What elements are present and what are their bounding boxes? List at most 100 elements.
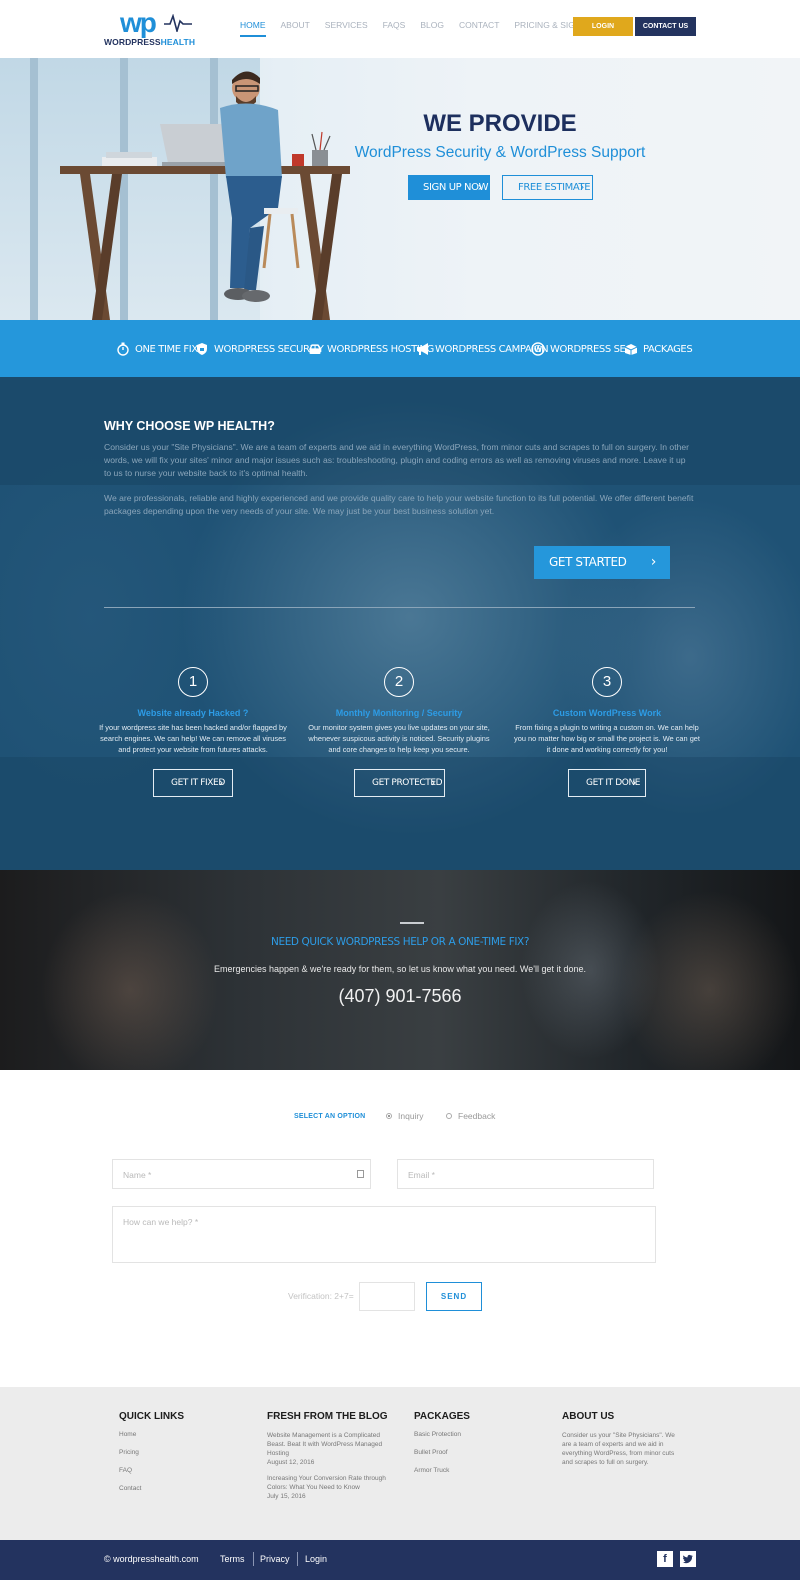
hero-subtitle: WordPress Security & WordPress Support bbox=[354, 144, 646, 161]
chevron-right-icon: › bbox=[579, 180, 585, 194]
step-monthly-monitoring: 2 Monthly Monitoring / Security Our moni… bbox=[304, 667, 494, 755]
footer-link-bullet-proof[interactable]: Bullet Proof bbox=[414, 1449, 534, 1456]
phone-number[interactable]: (407) 901-7566 bbox=[0, 986, 800, 1007]
copyright: © wordpresshealth.com bbox=[104, 1554, 199, 1564]
logo-text: WORDPRESSHEALTH bbox=[104, 37, 196, 47]
divider bbox=[253, 1552, 254, 1566]
login-link[interactable]: Login bbox=[305, 1554, 327, 1564]
chevron-right-icon: › bbox=[219, 776, 223, 789]
step-title: Website already Hacked ? bbox=[137, 708, 249, 718]
chevron-right-icon: › bbox=[650, 554, 657, 570]
footer-heading: QUICK LINKS bbox=[119, 1411, 184, 1422]
send-button[interactable]: SEND bbox=[426, 1282, 482, 1311]
why-choose-paragraph-1: Consider us your "Site Physicians". We a… bbox=[104, 442, 690, 478]
step-title: Monthly Monitoring / Security bbox=[335, 708, 463, 718]
privacy-link[interactable]: Privacy bbox=[260, 1554, 290, 1564]
logo-mark: wp bbox=[120, 7, 157, 38]
bottom-bar: © wordpresshealth.com Terms Privacy Logi… bbox=[0, 1540, 800, 1580]
quick-help-section: NEED QUICK WORDPRESS HELP OR A ONE-TIME … bbox=[0, 870, 800, 1070]
nav-blog[interactable]: BLOG bbox=[420, 20, 444, 37]
login-button[interactable]: LOGIN bbox=[573, 17, 633, 36]
background-photo-overlay bbox=[40, 890, 220, 1070]
divider bbox=[400, 922, 424, 924]
footer-packages: PACKAGES Basic Protection Bullet Proof A… bbox=[414, 1411, 534, 1485]
hero-banner: WE PROVIDE WordPress Security & WordPres… bbox=[0, 58, 800, 320]
chevron-right-icon: › bbox=[477, 180, 483, 194]
why-choose-paragraph-2: We are professionals, reliable and highl… bbox=[104, 493, 694, 516]
wordpress-logo-icon: W bbox=[531, 342, 545, 356]
step-website-hacked: 1 Website already Hacked ? If your wordp… bbox=[98, 667, 288, 755]
pulse-icon bbox=[164, 14, 192, 32]
quick-help-subtitle: Emergencies happen & we're ready for the… bbox=[214, 964, 586, 974]
radio-unselected-icon bbox=[446, 1113, 452, 1119]
get-started-label: GET STARTED bbox=[549, 555, 627, 569]
footer-quick-links: QUICK LINKS Home Pricing FAQ Contact bbox=[119, 1411, 239, 1503]
hero-man-at-desk-image bbox=[60, 71, 350, 320]
footer-heading: FRESH FROM THE BLOG bbox=[267, 1411, 388, 1422]
service-packages[interactable]: PACKAGES bbox=[624, 340, 693, 358]
about-text: Consider us your "Site Physicians". We a… bbox=[562, 1432, 675, 1466]
stopwatch-icon bbox=[117, 342, 129, 356]
get-started-button[interactable]: GET STARTED › bbox=[534, 546, 670, 579]
get-it-done-button[interactable]: GET IT DONE › bbox=[568, 769, 646, 797]
step-text: Our monitor system gives you live update… bbox=[308, 723, 490, 754]
name-field[interactable]: Name * bbox=[112, 1159, 371, 1189]
contact-form: SELECT AN OPTION Inquiry Feedback Name *… bbox=[0, 1070, 800, 1387]
email-field[interactable]: Email * bbox=[397, 1159, 654, 1189]
footer-link-home[interactable]: Home bbox=[119, 1431, 239, 1438]
hosting-server-icon bbox=[308, 344, 322, 354]
get-it-fixed-button[interactable]: GET IT FIXED › bbox=[153, 769, 233, 797]
verification-input[interactable] bbox=[359, 1282, 415, 1311]
service-wordpress-security[interactable]: WORDPRESS SECURITY bbox=[195, 340, 324, 358]
site-footer: QUICK LINKS Home Pricing FAQ Contact FRE… bbox=[0, 1387, 800, 1540]
service-wordpress-campaign[interactable]: WORDPRESS CAMPAIGN bbox=[416, 340, 549, 358]
contact-card-icon bbox=[357, 1170, 364, 1178]
radio-inquiry[interactable]: Inquiry bbox=[386, 1111, 424, 1121]
twitter-icon[interactable] bbox=[680, 1551, 696, 1567]
radio-feedback[interactable]: Feedback bbox=[446, 1111, 495, 1121]
hero-title: WE PROVIDE bbox=[423, 110, 577, 137]
sign-up-now-button[interactable]: SIGN UP NOW › bbox=[408, 175, 490, 200]
nav-about[interactable]: ABOUT bbox=[281, 20, 310, 37]
facebook-icon[interactable]: f bbox=[657, 1551, 673, 1567]
footer-link-armor-truck[interactable]: Armor Truck bbox=[414, 1467, 534, 1474]
nav-contact[interactable]: CONTACT bbox=[459, 20, 499, 37]
megaphone-icon bbox=[417, 343, 428, 355]
site-header: wp WORDPRESSHEALTH HOME ABOUT SERVICES F… bbox=[0, 0, 800, 58]
footer-link-faq[interactable]: FAQ bbox=[119, 1467, 239, 1474]
step-number: 3 bbox=[592, 667, 622, 697]
nav-services[interactable]: SERVICES bbox=[325, 20, 368, 37]
message-field[interactable]: How can we help? * bbox=[112, 1206, 656, 1263]
step-title: Custom WordPress Work bbox=[552, 708, 662, 718]
terms-link[interactable]: Terms bbox=[220, 1554, 245, 1564]
blog-post-link[interactable]: Website Management is a Complicated Beas… bbox=[267, 1431, 387, 1467]
get-protected-button[interactable]: GET PROTECTED › bbox=[354, 769, 445, 797]
radio-selected-icon bbox=[386, 1113, 392, 1119]
divider bbox=[297, 1552, 298, 1566]
logo[interactable]: wp WORDPRESSHEALTH bbox=[104, 8, 196, 48]
nav-home[interactable]: HOME bbox=[240, 20, 266, 37]
verification-label: Verification: 2+7= bbox=[288, 1291, 354, 1301]
step-number: 2 bbox=[384, 667, 414, 697]
package-box-icon bbox=[624, 344, 638, 355]
free-estimate-button[interactable]: FREE ESTIMATE › bbox=[502, 175, 593, 200]
blog-post-link[interactable]: Increasing Your Conversion Rate through … bbox=[267, 1474, 387, 1501]
footer-heading: PACKAGES bbox=[414, 1411, 470, 1422]
step-text: If your wordpress site has been hacked a… bbox=[99, 723, 287, 754]
service-one-time-fix[interactable]: ONE TIME FIX bbox=[116, 340, 198, 358]
footer-link-pricing[interactable]: Pricing bbox=[119, 1449, 239, 1456]
contact-us-button[interactable]: CONTACT US bbox=[635, 17, 696, 36]
quick-help-title: NEED QUICK WORDPRESS HELP OR A ONE-TIME … bbox=[271, 936, 529, 948]
footer-link-basic-protection[interactable]: Basic Protection bbox=[414, 1431, 534, 1438]
background-photo-overlay bbox=[620, 890, 800, 1070]
service-wordpress-hosting[interactable]: WORDPRESS HOSTING bbox=[308, 340, 434, 358]
footer-heading: ABOUT US bbox=[562, 1411, 615, 1422]
footer-about: ABOUT US Consider us your "Site Physicia… bbox=[562, 1411, 682, 1467]
main-nav: HOME ABOUT SERVICES FAQS BLOG CONTACT PR… bbox=[240, 20, 608, 37]
shield-icon bbox=[197, 343, 207, 355]
footer-link-contact[interactable]: Contact bbox=[119, 1485, 239, 1492]
step-number: 1 bbox=[178, 667, 208, 697]
nav-faqs[interactable]: FAQS bbox=[383, 20, 406, 37]
service-wordpress-seo[interactable]: W WORDPRESS SEO bbox=[531, 340, 633, 358]
chevron-right-icon: › bbox=[431, 776, 435, 789]
